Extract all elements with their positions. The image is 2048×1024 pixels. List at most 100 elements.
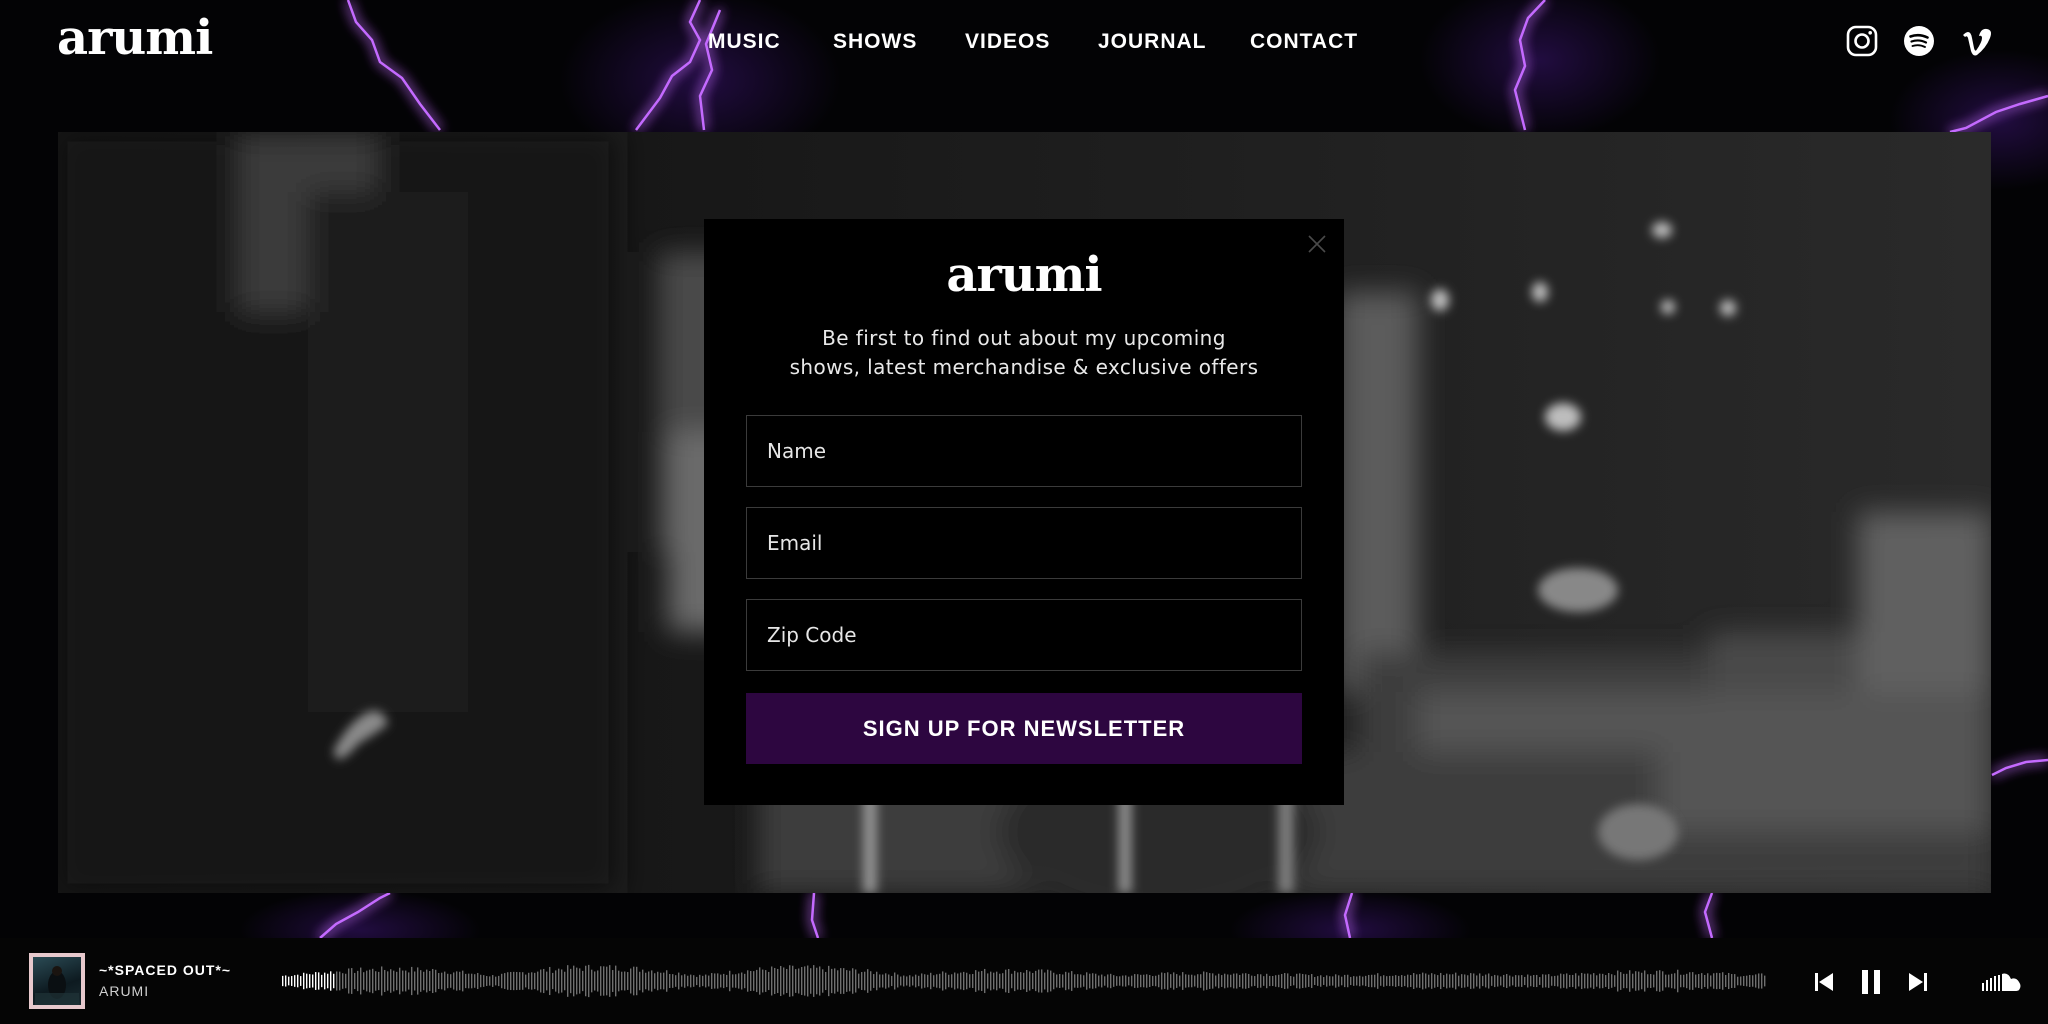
waveform-bar	[1185, 974, 1187, 988]
waveform-bar	[945, 972, 947, 990]
waveform-bar	[1323, 977, 1325, 985]
waveform-bar	[1677, 969, 1679, 993]
waveform-bar	[444, 971, 446, 991]
waveform-bar	[807, 965, 809, 997]
pause-icon[interactable]	[1860, 968, 1882, 996]
waveform-bar	[1425, 973, 1427, 989]
soundcloud-icon[interactable]	[1982, 972, 2022, 992]
waveform-bar	[1695, 974, 1697, 988]
waveform-bar	[900, 976, 902, 986]
waveform-bar	[1272, 975, 1274, 987]
waveform-bar	[339, 971, 341, 991]
waveform-bar	[984, 968, 986, 994]
next-icon[interactable]	[1908, 972, 1928, 992]
waveform-bar	[1161, 972, 1163, 990]
waveform-bar	[1038, 969, 1040, 993]
vimeo-icon[interactable]	[1960, 24, 1994, 58]
waveform-bar	[453, 972, 455, 990]
waveform-bar	[1062, 974, 1064, 988]
waveform-bar	[1251, 975, 1253, 987]
waveform-bar	[1731, 974, 1733, 988]
waveform-bar	[654, 973, 656, 989]
newsletter-signup-button[interactable]: SIGN UP FOR NEWSLETTER	[746, 693, 1302, 764]
waveform-bar	[1521, 975, 1523, 987]
nav-shows[interactable]: SHOWS	[833, 30, 917, 54]
waveform-bar	[861, 972, 863, 990]
waveform-bar	[459, 971, 461, 991]
waveform-bar	[585, 965, 587, 997]
waveform-bar	[558, 968, 560, 994]
waveform-bar	[1122, 975, 1124, 987]
waveform-bar	[933, 975, 935, 987]
waveform-bar	[411, 966, 413, 996]
waveform-bar	[1758, 973, 1760, 989]
waveform-bar	[717, 973, 719, 989]
instagram-icon[interactable]	[1845, 24, 1879, 58]
waveform-bar	[450, 974, 452, 988]
album-art[interactable]	[29, 953, 85, 1009]
waveform-bar	[474, 974, 476, 988]
waveform-bar	[540, 969, 542, 993]
waveform-bar	[747, 970, 749, 992]
previous-icon[interactable]	[1814, 972, 1834, 992]
waveform-bar	[1158, 974, 1160, 988]
waveform-bar	[888, 974, 890, 988]
waveform-bar	[1608, 972, 1610, 990]
waveform-bar	[600, 966, 602, 996]
spotify-icon[interactable]	[1902, 24, 1936, 58]
waveform-bar	[918, 975, 920, 987]
waveform-bar	[1260, 974, 1262, 988]
waveform-bar	[342, 973, 344, 989]
waveform-bar	[1557, 975, 1559, 987]
waveform-bar	[1374, 974, 1376, 988]
waveform-bar	[873, 974, 875, 988]
waveform-bar	[1035, 970, 1037, 992]
waveform-bar	[1218, 973, 1220, 989]
waveform-bar	[525, 974, 527, 988]
waveform-bar	[651, 970, 653, 992]
waveform-bar	[507, 972, 509, 990]
waveform-bar	[1050, 970, 1052, 992]
nav-music[interactable]: MUSIC	[708, 30, 781, 54]
waveform-bar	[699, 974, 701, 988]
waveform-bar	[351, 968, 353, 994]
waveform-bar	[1140, 974, 1142, 988]
waveform-bar	[498, 975, 500, 987]
waveform-bar	[999, 973, 1001, 989]
waveform-bar	[1470, 973, 1472, 989]
waveform-bar	[1380, 976, 1382, 986]
waveform-bar	[1635, 971, 1637, 991]
waveform-bar	[642, 969, 644, 993]
waveform-bar	[537, 971, 539, 991]
waveform-bar	[357, 970, 359, 992]
waveform-bar	[1515, 975, 1517, 987]
nav-contact[interactable]: CONTACT	[1250, 30, 1358, 54]
waveform-bar	[1602, 973, 1604, 989]
waveform-bar	[927, 974, 929, 988]
waveform-bar	[990, 971, 992, 991]
waveform-seekbar[interactable]	[282, 962, 1767, 1000]
waveform-bar	[885, 973, 887, 989]
waveform-bar	[1584, 973, 1586, 989]
email-field[interactable]	[746, 507, 1302, 579]
waveform-bar	[564, 971, 566, 991]
waveform-bar	[768, 971, 770, 991]
nav-journal[interactable]: JOURNAL	[1098, 30, 1207, 54]
waveform-bar	[366, 970, 368, 992]
waveform-bar	[363, 972, 365, 990]
waveform-bar	[675, 975, 677, 987]
waveform-bar	[1167, 972, 1169, 990]
waveform-bar	[798, 968, 800, 994]
waveform-bar	[378, 971, 380, 991]
zip-code-field[interactable]	[746, 599, 1302, 671]
waveform-bar	[1242, 973, 1244, 989]
nav-videos[interactable]: VIDEOS	[965, 30, 1050, 54]
waveform-bar	[1221, 975, 1223, 987]
waveform-bar	[1311, 974, 1313, 988]
waveform-bar	[1533, 975, 1535, 987]
name-field[interactable]	[746, 415, 1302, 487]
waveform-bar	[921, 973, 923, 989]
waveform-bar	[1587, 973, 1589, 989]
waveform-bar	[1623, 973, 1625, 989]
waveform-bar	[465, 973, 467, 989]
